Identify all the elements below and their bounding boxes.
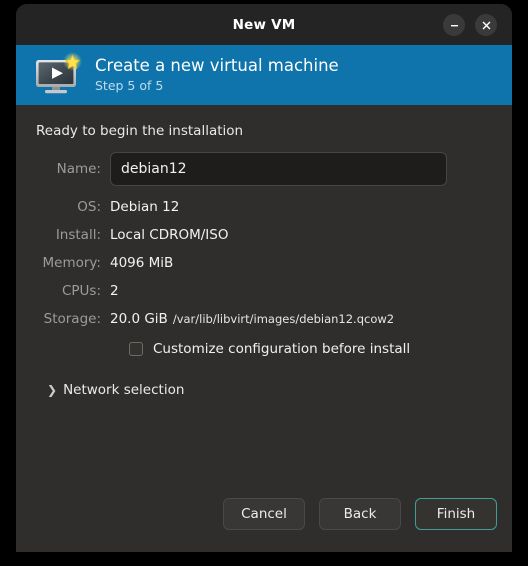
name-input[interactable]: [110, 152, 447, 186]
customize-configuration-checkbox[interactable]: Customize configuration before install: [129, 341, 494, 357]
minimize-button[interactable]: [443, 14, 465, 36]
name-row: Name:: [34, 152, 494, 186]
storage-label: Storage:: [43, 311, 101, 327]
memory-value: 4096 MiB: [110, 255, 174, 271]
install-row: Install: Local CDROM/ISO: [34, 222, 494, 248]
storage-size: 20.0 GiB: [110, 311, 168, 327]
os-value: Debian 12: [110, 199, 180, 215]
storage-row: Storage: 20.0 GiB /var/lib/libvirt/image…: [34, 306, 494, 332]
banner-title: Create a new virtual machine: [95, 55, 339, 75]
finish-button[interactable]: Finish: [415, 498, 497, 530]
dialog-body: Ready to begin the installation Name: OS…: [16, 105, 512, 486]
back-button[interactable]: Back: [319, 498, 401, 530]
memory-row: Memory: 4096 MiB: [34, 250, 494, 276]
new-vm-dialog: New VM Create a new virtual machine Step…: [16, 4, 512, 552]
cpus-row: CPUs: 2: [34, 278, 494, 304]
memory-label: Memory:: [42, 255, 101, 271]
os-label: OS:: [77, 199, 101, 215]
network-selection-expander[interactable]: ❯ Network selection: [47, 382, 494, 398]
cpus-label: CPUs:: [61, 283, 101, 299]
cpus-value: 2: [110, 283, 119, 299]
checkbox-box: [129, 342, 143, 356]
ready-heading: Ready to begin the installation: [36, 123, 244, 139]
close-button[interactable]: [475, 14, 497, 36]
cancel-button[interactable]: Cancel: [223, 498, 305, 530]
minimize-icon: [450, 24, 458, 26]
wizard-banner: Create a new virtual machine Step 5 of 5: [16, 45, 512, 105]
install-label: Install:: [55, 227, 101, 243]
network-selection-label: Network selection: [63, 382, 185, 398]
install-value: Local CDROM/ISO: [110, 227, 229, 243]
os-row: OS: Debian 12: [34, 194, 494, 220]
name-label: Name:: [56, 161, 101, 177]
window-title: New VM: [232, 16, 296, 33]
customize-configuration-label: Customize configuration before install: [153, 341, 411, 357]
storage-path: /var/lib/libvirt/images/debian12.qcow2: [172, 312, 395, 326]
title-bar: New VM: [16, 4, 512, 45]
virtual-machine-new-icon: [33, 52, 83, 98]
dialog-footer: Cancel Back Finish: [16, 486, 512, 552]
banner-step-indicator: Step 5 of 5: [95, 78, 164, 94]
chevron-right-icon: ❯: [47, 383, 58, 397]
close-icon: [482, 21, 490, 29]
